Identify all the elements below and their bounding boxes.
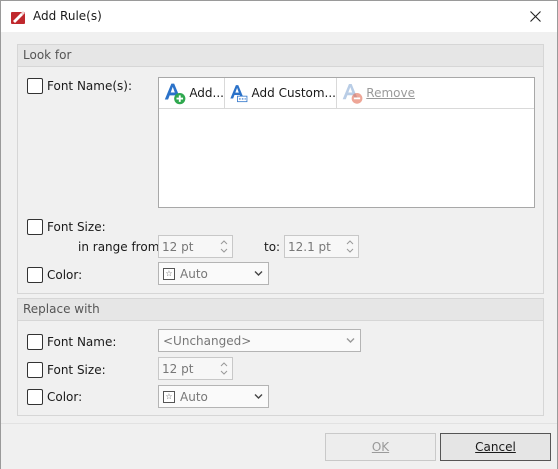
replace-font-name-select[interactable]: <Unchanged> <box>158 329 361 352</box>
replace-color-label: Color: <box>47 390 83 404</box>
replace-with-group: Replace with <box>17 298 544 416</box>
cancel-button[interactable]: Cancel <box>440 433 551 461</box>
window-title: Add Rule(s) <box>33 9 102 23</box>
color-swatch-icon: ☆ <box>163 268 175 280</box>
range-from-value: 12 pt <box>162 240 194 254</box>
add-custom-font-button[interactable]: Add Custom... <box>225 78 337 108</box>
replace-with-header: Replace with <box>18 299 543 321</box>
font-remove-icon <box>342 84 363 104</box>
font-names-list[interactable]: Add... Add Custom... Remove <box>158 77 535 208</box>
add-font-button[interactable]: Add... <box>159 78 225 108</box>
replace-font-size-checkbox[interactable] <box>27 362 43 378</box>
add-rules-dialog: Add Rule(s) Look for Font Name(s): Add..… <box>0 0 558 469</box>
chevron-down-icon <box>254 271 263 276</box>
color-value: Auto <box>180 267 208 281</box>
range-from-label: in range from: <box>78 240 164 254</box>
ok-button[interactable]: OK <box>325 433 436 461</box>
look-for-header: Look for <box>18 45 543 67</box>
close-button[interactable] <box>513 1 557 32</box>
font-list-toolbar: Add... Add Custom... Remove <box>159 78 534 109</box>
font-custom-icon <box>230 85 248 103</box>
range-from-spinner[interactable]: 12 pt <box>158 235 233 258</box>
to-label: to: <box>264 240 281 254</box>
spin-arrows-icon <box>220 362 228 375</box>
replace-font-name-value: <Unchanged> <box>163 334 252 348</box>
add-custom-label: Add Custom... <box>251 86 336 100</box>
color-label: Color: <box>47 268 83 282</box>
color-select[interactable]: ☆ Auto <box>158 262 269 285</box>
range-to-value: 12.1 pt <box>288 240 331 254</box>
replace-font-size-spinner[interactable]: 12 pt <box>158 357 233 380</box>
font-size-label: Font Size: <box>47 220 106 234</box>
close-icon <box>529 11 541 22</box>
spin-arrows-icon <box>220 240 228 253</box>
replace-color-value: Auto <box>180 390 208 404</box>
replace-font-size-value: 12 pt <box>162 362 194 376</box>
replace-color-select[interactable]: ☆ Auto <box>158 385 269 408</box>
add-label: Add... <box>189 86 224 100</box>
replace-font-name-label: Font Name: <box>47 335 117 349</box>
replace-font-size-label: Font Size: <box>47 363 106 377</box>
chevron-down-icon <box>346 338 355 343</box>
color-swatch-icon: ☆ <box>163 391 175 403</box>
replace-font-name-checkbox[interactable] <box>27 334 43 350</box>
app-logo-icon <box>11 11 25 24</box>
chevron-down-icon <box>254 394 263 399</box>
font-names-label: Font Name(s): <box>47 79 133 93</box>
font-names-checkbox[interactable] <box>27 78 43 94</box>
range-to-spinner[interactable]: 12.1 pt <box>284 235 359 258</box>
remove-label: Remove <box>366 86 415 100</box>
replace-color-checkbox[interactable] <box>27 389 43 405</box>
color-checkbox[interactable] <box>27 267 43 283</box>
spin-arrows-icon <box>346 240 354 253</box>
font-size-checkbox[interactable] <box>27 219 43 235</box>
title-bar: Add Rule(s) <box>1 1 557 32</box>
font-add-icon <box>164 83 186 105</box>
remove-font-button[interactable]: Remove <box>337 78 415 108</box>
